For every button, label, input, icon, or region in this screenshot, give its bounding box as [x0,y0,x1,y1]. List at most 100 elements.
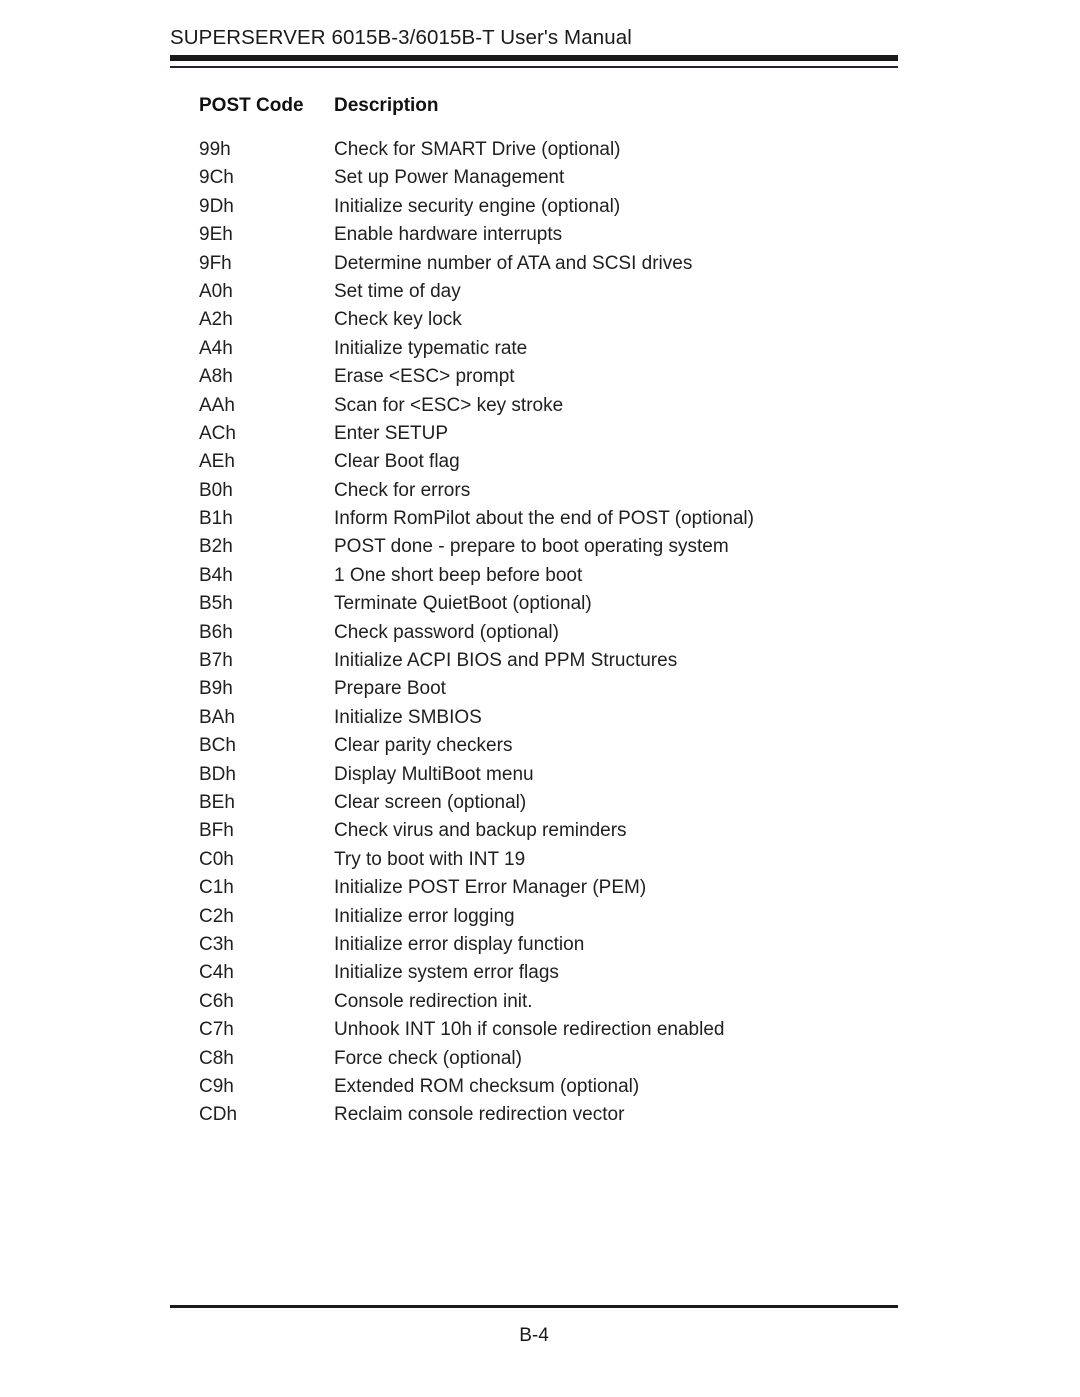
table-row: CDh Reclaim console redirection vector [199,1105,959,1133]
cell-post-code: C4h [199,962,234,984]
cell-post-code: AEh [199,451,235,473]
cell-description: Force check (optional) [334,1047,522,1069]
table-row: C9h Extended ROM checksum (optional) [199,1075,959,1105]
cell-description: 1 One short beep before boot [334,564,583,586]
table-row: A8h Erase <ESC> prompt [199,367,959,395]
cell-post-code: C6h [199,990,234,1012]
table-row: B9h Prepare Boot [199,679,959,707]
table-row: C0h Try to boot with INT 19 [199,848,959,878]
running-header: SUPERSERVER 6015B-3/6015B-T User's Manua… [170,26,898,50]
table-row: B0h Check for errors [199,479,959,509]
table-row: B1h Inform RomPilot about the end of POST… [199,509,959,537]
cell-post-code: B9h [199,678,233,700]
header-title-rest: 6015B-3/6015B-T User's Manual [325,26,632,49]
post-code-table: POST Code Description 99h Check for SMART… [199,96,959,1134]
cell-description: Console redirection init. [334,990,533,1012]
cell-description: Initialize ACPI BIOS and PPM Structures [334,650,678,672]
cell-description: Initialize system error flags [334,962,559,984]
cell-description: Initialize typematic rate [334,337,528,359]
document-page: SUPERSERVER 6015B-3/6015B-T User's Manua… [0,0,1080,1397]
cell-description: Set up Power Management [334,167,565,189]
cell-post-code: C2h [199,905,234,927]
cell-post-code: BAh [199,706,235,728]
table-row: 9Fh Determine number of ATA and SCSI driv… [199,252,959,282]
table-row: C8h Force check (optional) [199,1047,959,1077]
cell-description: Clear screen (optional) [334,791,527,813]
table-row: B7h Initialize ACPI BIOS and PPM Structur… [199,651,959,679]
header-title: SUPERSERVER 6015B-3/6015B-T User's Manua… [170,26,898,50]
cell-post-code: BDh [199,763,236,785]
cell-description: Set time of day [334,280,461,302]
column-header-post-code: POST Code [199,95,304,116]
cell-post-code: 9Ch [199,167,234,189]
cell-description: Clear parity checkers [334,735,513,757]
cell-post-code: B5h [199,593,233,615]
cell-description: Erase <ESC> prompt [334,366,515,388]
table-row: BAh Initialize SMBIOS [199,706,959,736]
cell-post-code: B0h [199,479,233,501]
table-row: C6h Console redirection init. [199,990,959,1020]
cell-description: Initialize error logging [334,905,515,927]
cell-post-code: C3h [199,933,234,955]
cell-post-code: C0h [199,848,234,870]
table-row: C1h Initialize POST Error Manager (PEM) [199,878,959,906]
table-row: AEh Clear Boot flag [199,452,959,480]
table-row: A0h Set time of day [199,282,959,310]
cell-description: Prepare Boot [334,678,446,700]
table-row: B5h Terminate QuietBoot (optional) [199,594,959,622]
table-row: AAh Scan for <ESC> key stroke [199,394,959,424]
table-row: C3h Initialize error display function [199,933,959,963]
table-row: 9Dh Initialize security engine (optional) [199,195,959,225]
cell-post-code: C1h [199,877,234,899]
cell-description: Check for SMART Drive (optional) [334,139,621,160]
cell-post-code: BCh [199,735,236,757]
table-row: C4h Initialize system error flags [199,963,959,991]
table-row: 9Ch Set up Power Management [199,168,959,196]
header-brand: SUPERSERVER [170,26,326,49]
cell-description: Initialize POST Error Manager (PEM) [334,877,647,899]
table-row: 99h Check for SMART Drive (optional) [199,140,959,168]
table-header-row: POST Code Description [199,96,959,115]
cell-description: Display MultiBoot menu [334,763,534,785]
cell-description: Terminate QuietBoot (optional) [334,593,592,615]
cell-description: Initialize security engine (optional) [334,195,621,217]
cell-post-code: A2h [199,309,233,331]
header-rule-thick [170,55,898,61]
page-number: B-4 [519,1325,549,1346]
cell-post-code: A8h [199,366,233,388]
cell-description: Enable hardware interrupts [334,224,563,246]
cell-post-code: AAh [199,394,235,416]
cell-description: Check password (optional) [334,621,559,643]
cell-post-code: C8h [199,1047,234,1069]
cell-description: Clear Boot flag [334,451,460,473]
cell-post-code: 99h [199,139,231,160]
cell-post-code: CDh [199,1104,238,1126]
cell-post-code: B1h [199,508,233,530]
cell-description: Determine number of ATA and SCSI drives [334,252,693,274]
cell-post-code: BEh [199,791,235,813]
column-header-description: Description [334,95,439,116]
table-row: C2h Initialize error logging [199,905,959,935]
table-row: A4h Initialize typematic rate [199,337,959,367]
cell-post-code: B7h [199,650,233,672]
cell-description: Try to boot with INT 19 [334,848,526,870]
cell-post-code: A0h [199,280,233,302]
cell-description: Inform RomPilot about the end of POST (o… [334,508,754,530]
cell-post-code: BFh [199,820,234,842]
table-row: A2h Check key lock [199,310,959,338]
cell-post-code: 9Fh [199,252,232,274]
cell-description: Check for errors [334,479,471,501]
cell-description: Initialize error display function [334,933,585,955]
cell-description: Reclaim console redirection vector [334,1104,625,1126]
cell-post-code: A4h [199,337,233,359]
cell-description: Scan for <ESC> key stroke [334,394,564,416]
cell-description: Extended ROM checksum (optional) [334,1075,640,1097]
cell-post-code: B2h [199,536,233,558]
cell-post-code: C9h [199,1075,234,1097]
cell-description: Enter SETUP [334,422,449,444]
cell-description: Check key lock [334,309,462,331]
table-row: BDh Display MultiBoot menu [199,763,959,793]
table-row: BEh Clear screen (optional) [199,793,959,821]
table-row: BFh Check virus and backup reminders [199,821,959,849]
table-row: ACh Enter SETUP [199,422,959,452]
